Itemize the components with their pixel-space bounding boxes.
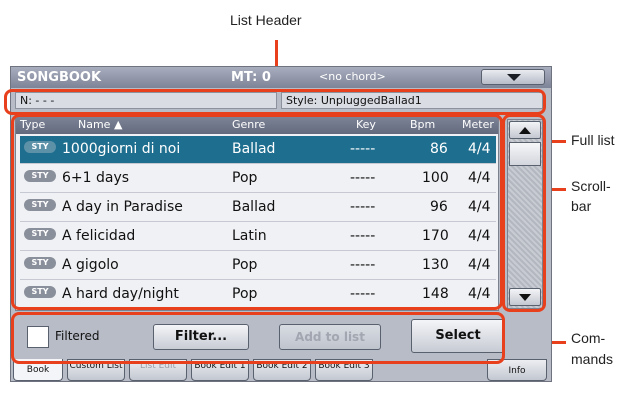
annotation-commands-1: Com-: [571, 330, 606, 346]
callout-commands: [11, 312, 505, 364]
callout-full-list: [11, 114, 503, 310]
tab-label: Book: [26, 365, 50, 375]
mt-indicator: MT: 0: [231, 70, 271, 85]
page-menu-button[interactable]: [481, 69, 545, 85]
annotation-list-header: List Header: [230, 12, 302, 28]
chord-indicator: <no chord>: [319, 70, 386, 83]
annotation-scrollbar-1: Scroll-: [571, 178, 611, 194]
annotation-full-list: Full list: [571, 132, 615, 148]
annotation-commands-2: mands: [571, 351, 614, 367]
callout-list-header: [4, 89, 546, 115]
callout-scrollbar: [502, 114, 546, 312]
title-bar: SONGBOOK MT: 0 <no chord>: [11, 67, 551, 88]
page-title: SONGBOOK: [17, 70, 102, 85]
tab-label: Info: [508, 366, 526, 376]
annotation-scrollbar-2: bar: [571, 198, 592, 214]
menu-arrow-icon: [507, 74, 521, 81]
